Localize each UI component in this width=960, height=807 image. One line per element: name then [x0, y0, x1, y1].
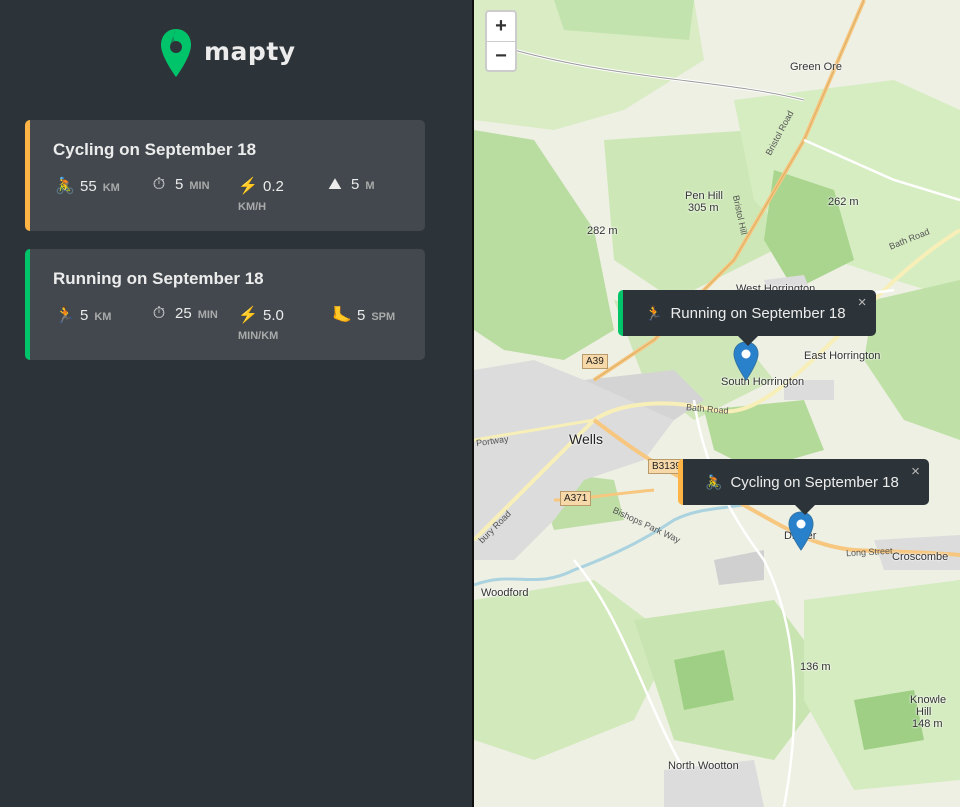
logo: mapty [160, 27, 296, 79]
duration-unit: MIN [197, 309, 218, 321]
bicycle-icon: 🚴 [705, 473, 723, 490]
speed-value: 0.2 [263, 178, 284, 195]
place-elevation: 262 m [828, 196, 859, 208]
duration-unit: MIN [189, 180, 210, 192]
place-elevation: 282 m [587, 225, 618, 237]
distance-unit: KM [94, 311, 112, 323]
workout-duration: ⏱ 5 MIN [150, 176, 210, 194]
place-elevation: 305 m [688, 202, 719, 214]
zoom-in-button[interactable]: + [487, 12, 515, 41]
map[interactable]: Bristol Road Bristol Hill Bath Road Bath… [474, 0, 960, 807]
lightning-icon: ⚡ [238, 307, 258, 324]
place-label: Woodford [481, 587, 529, 599]
workout-duration: ⏱ 25 MIN [150, 305, 218, 323]
app-name: mapty [204, 36, 296, 66]
place-elevation: 136 m [800, 661, 831, 673]
duration-value: 25 [175, 305, 192, 322]
popup-label: Running on September 18 [670, 304, 846, 322]
sidebar: mapty Cycling on September 18 🚴 55 KM ⏱ … [0, 0, 472, 807]
workout-distance: 🚴 55 KM [55, 176, 120, 196]
zoom-out-button[interactable]: − [487, 41, 515, 70]
workout-title: Running on September 18 [53, 269, 264, 288]
workout-marker-running[interactable] [733, 341, 759, 381]
workout-running[interactable]: Running on September 18 🏃 5 KM ⏱ 25 MIN … [25, 249, 425, 360]
stopwatch-icon: ⏱ [152, 305, 166, 322]
workout-pace: ⚡ 5.0 MIN/KM [238, 305, 290, 342]
distance-value: 55 [80, 178, 97, 195]
cadence-value: 5 [357, 307, 366, 324]
workout-title: Cycling on September 18 [53, 140, 257, 159]
map-tiles[interactable] [474, 0, 960, 807]
distance-value: 5 [80, 307, 89, 324]
bicycle-icon: 🚴 [55, 178, 75, 195]
place-label: Knowle [910, 694, 947, 706]
zoom-control: + − [485, 10, 517, 72]
runner-icon: 🏃 [645, 304, 663, 321]
place-label: Wells [569, 431, 603, 447]
lightning-icon: ⚡ [238, 178, 258, 195]
place-label: Hill [916, 706, 932, 718]
footprint-icon: 🦶 [332, 307, 352, 324]
road-shield-a371: A371 [560, 491, 592, 506]
elevation-unit: M [365, 180, 375, 192]
map-pin-logo-icon [161, 29, 191, 77]
pace-unit: MIN/KM [238, 330, 279, 342]
workout-elevation: ⛰ 5 M [326, 176, 375, 194]
cadence-unit: SPM [371, 311, 396, 323]
place-label: North Wootton [668, 760, 739, 772]
close-icon[interactable]: × [858, 294, 867, 311]
distance-unit: KM [102, 182, 120, 194]
runner-icon: 🏃 [55, 307, 75, 324]
place-label: Pen Hill [685, 190, 723, 202]
mountain-icon: ⛰ [328, 176, 342, 193]
workout-popup-running[interactable]: 🏃 Running on September 18 × [618, 290, 876, 346]
workout-marker-cycling[interactable] [788, 511, 814, 551]
place-label: Croscombe [892, 551, 949, 563]
workout-distance: 🏃 5 KM [55, 305, 111, 325]
workout-cycling[interactable]: Cycling on September 18 🚴 55 KM ⏱ 5 MIN … [25, 120, 425, 231]
place-label: East Horrington [804, 350, 881, 362]
speed-unit: KM/H [238, 201, 267, 213]
close-icon[interactable]: × [911, 463, 920, 480]
road-shield-a39: A39 [582, 354, 608, 369]
duration-value: 5 [175, 176, 184, 193]
workout-cadence: 🦶 5 SPM [332, 305, 395, 325]
elevation-value: 5 [351, 176, 360, 193]
popup-label: Cycling on September 18 [730, 473, 899, 491]
pace-value: 5.0 [263, 307, 284, 324]
workout-popup-cycling[interactable]: 🚴 Cycling on September 18 × [678, 459, 929, 515]
workout-speed: ⚡ 0.2 KM/H [238, 176, 290, 213]
place-label: Green Ore [790, 61, 842, 73]
place-elevation: 148 m [912, 718, 943, 730]
stopwatch-icon: ⏱ [152, 176, 166, 193]
